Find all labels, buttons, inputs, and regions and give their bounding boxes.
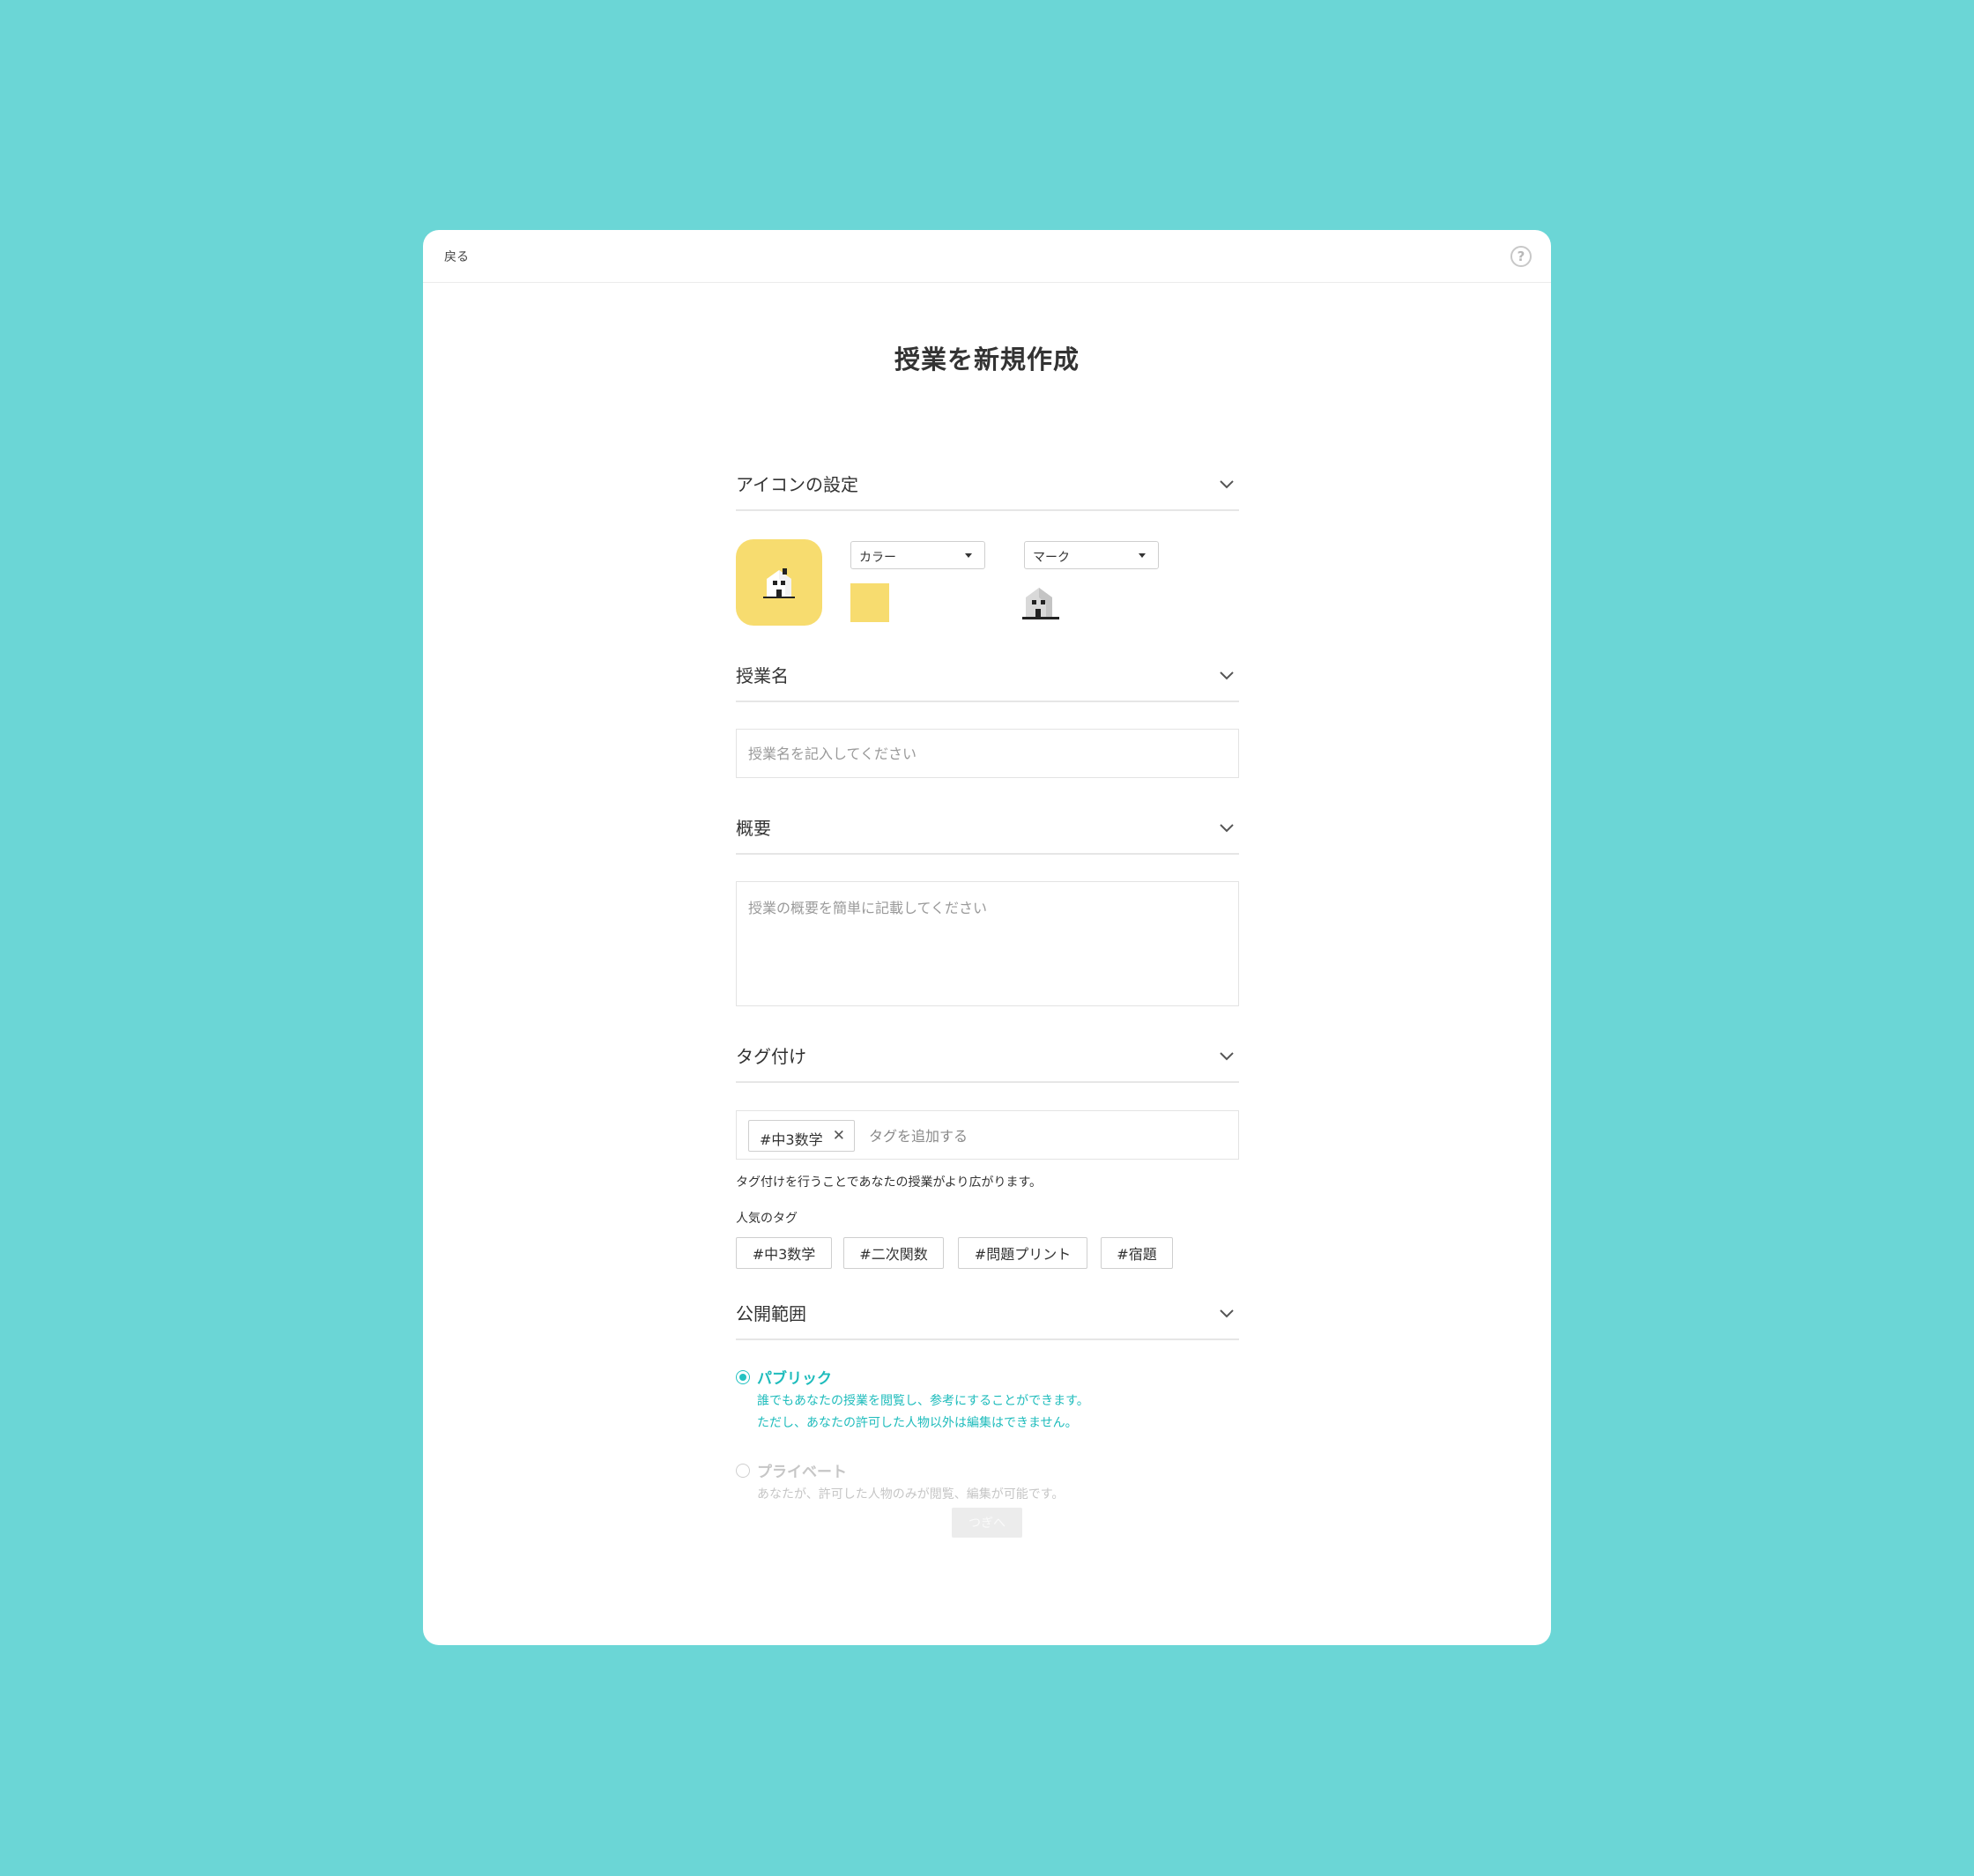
summary-title: 概要 <box>736 818 771 839</box>
private-option-desc: あなたが、許可した人物のみが閲覧、編集が可能です。 <box>757 1487 1065 1502</box>
next-button[interactable]: つぎへ <box>952 1508 1022 1538</box>
tags-title: タグ付け <box>736 1046 806 1067</box>
back-link[interactable]: 戻る <box>444 248 469 265</box>
caret-down-icon <box>965 553 972 558</box>
page-title: 授業を新規作成 <box>894 345 1080 374</box>
selected-color-swatch[interactable] <box>850 583 889 622</box>
visibility-title: 公開範囲 <box>736 1303 806 1324</box>
popular-tag[interactable]: #二次関数 <box>843 1237 944 1269</box>
icon-settings-header[interactable]: アイコンの設定 <box>736 462 1239 511</box>
mark-select-label: マーク <box>1033 551 1070 565</box>
public-option-label[interactable]: パブリック <box>757 1366 832 1388</box>
tag-input-box[interactable]: #中3数学 ✕ <box>736 1110 1239 1160</box>
color-select-label: カラー <box>859 551 896 565</box>
chevron-down-icon[interactable] <box>1218 667 1236 685</box>
private-radio[interactable] <box>736 1464 750 1478</box>
public-option-desc: ただし、あなたの許可した人物以外は編集はできません。 <box>757 1416 1078 1430</box>
add-tag-input[interactable] <box>869 1120 1221 1152</box>
top-bar: 戻る ? <box>423 230 1551 283</box>
chevron-down-icon[interactable] <box>1218 819 1236 837</box>
public-option-desc: 誰でもあなたの授業を閲覧し、参考にすることができます。 <box>757 1394 1089 1408</box>
tags-header[interactable]: タグ付け <box>736 1034 1239 1083</box>
private-option-label[interactable]: プライベート <box>757 1459 847 1481</box>
lesson-name-header[interactable]: 授業名 <box>736 653 1239 702</box>
summary-header[interactable]: 概要 <box>736 805 1239 855</box>
school-building-icon <box>763 568 795 598</box>
close-icon[interactable]: ✕ <box>833 1127 845 1145</box>
school-building-icon <box>1022 588 1059 619</box>
lesson-name-input[interactable] <box>736 729 1239 778</box>
chevron-down-icon[interactable] <box>1218 476 1236 493</box>
popular-tag[interactable]: #問題プリント <box>958 1237 1087 1269</box>
selected-mark-preview[interactable] <box>1020 583 1061 626</box>
lesson-name-title: 授業名 <box>736 665 789 686</box>
popular-tag[interactable]: #宿題 <box>1101 1237 1173 1269</box>
chevron-down-icon[interactable] <box>1218 1048 1236 1065</box>
icon-settings-title: アイコンの設定 <box>736 474 858 495</box>
color-select[interactable]: カラー <box>850 541 985 569</box>
help-icon[interactable]: ? <box>1510 246 1532 267</box>
tag-note: タグ付けを行うことであなたの授業がより広がります。 <box>736 1175 1043 1190</box>
tag-chip: #中3数学 ✕ <box>748 1120 855 1152</box>
popular-tag[interactable]: #中3数学 <box>736 1237 832 1269</box>
summary-textarea[interactable] <box>736 881 1239 1006</box>
mark-select[interactable]: マーク <box>1024 541 1159 569</box>
visibility-header[interactable]: 公開範囲 <box>736 1291 1239 1340</box>
lesson-icon-preview <box>736 539 822 626</box>
public-radio[interactable] <box>736 1370 750 1384</box>
tag-chip-label: #中3数学 <box>760 1131 823 1148</box>
chevron-down-icon[interactable] <box>1218 1305 1236 1323</box>
create-lesson-dialog: 戻る ? 授業を新規作成 アイコンの設定 カラー マーク 授業名 授業名を記入し… <box>423 230 1551 1645</box>
popular-tags-label: 人気のタグ <box>736 1212 798 1226</box>
caret-down-icon <box>1139 553 1146 558</box>
